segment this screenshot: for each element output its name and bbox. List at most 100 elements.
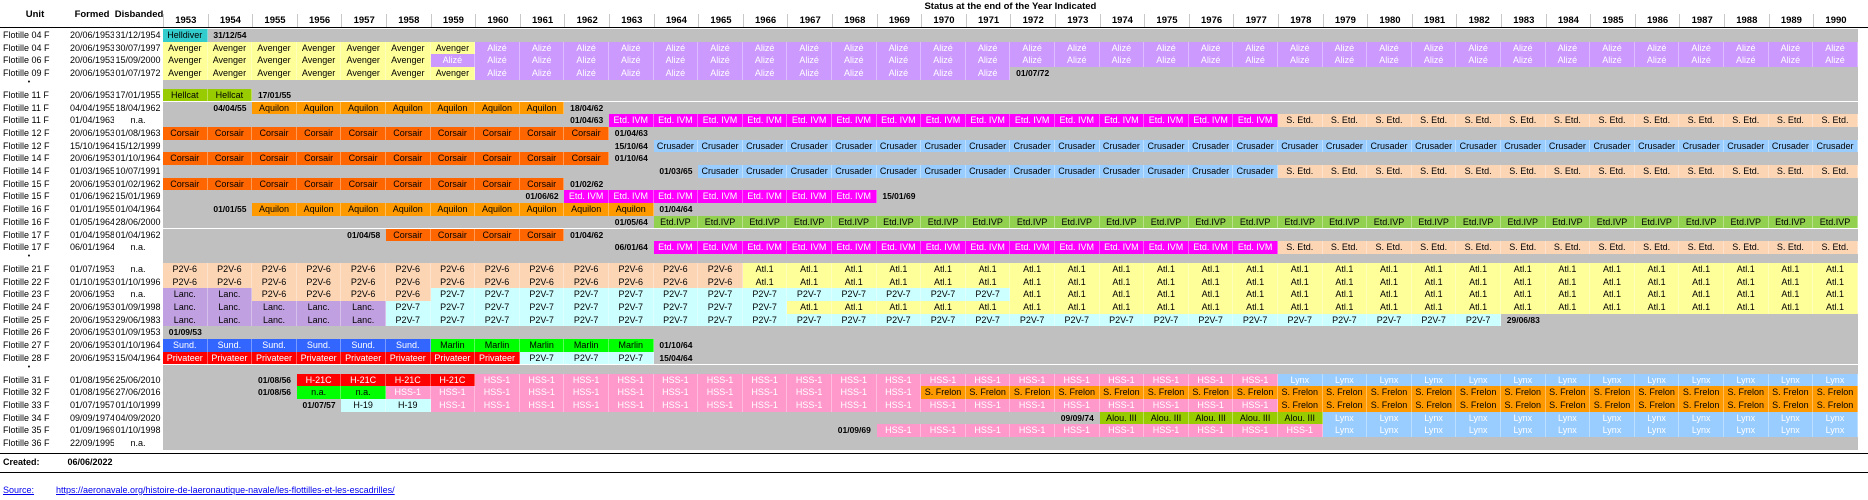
aircraft-cell: Alizé — [921, 54, 966, 68]
aircraft-cell: Atl.1 — [787, 275, 832, 289]
aircraft-cell: HSS-1 — [1099, 424, 1145, 437]
table-row: Flotille 24 F 20/06/1953 01/09/1998 Lanc. La… — [0, 301, 1868, 314]
formed-date: 20/06/1953 — [70, 289, 114, 300]
date-annotation: 15/01/69 — [876, 190, 922, 204]
aircraft-cell: HSS-1 — [832, 373, 877, 387]
aircraft-cell: P2V-7 — [1411, 313, 1457, 327]
aircraft-cell: Alizé — [1322, 41, 1368, 55]
source-label-link[interactable]: Source: — [3, 485, 34, 495]
aircraft-cell: Etd. IVM — [832, 241, 877, 254]
aircraft-cell: Alizé — [1278, 54, 1323, 68]
disbanded-date: 01/10/1999 — [115, 399, 161, 410]
formed-date: 20/06/1953 — [70, 55, 114, 66]
aircraft-cell: P2V-7 — [1010, 313, 1055, 327]
aircraft-cell: Crusader — [1010, 165, 1055, 178]
separator-bullet: • — [27, 364, 31, 371]
disbanded-date: 01/10/1964 — [115, 340, 161, 351]
unit-name: Flotille 34 F — [3, 412, 50, 423]
aircraft-cell: Atl.1 — [1188, 301, 1234, 314]
aircraft-cell: Lynx — [1456, 373, 1501, 387]
aircraft-cell: n.a. — [296, 386, 342, 399]
aircraft-cell: P2V-6 — [519, 262, 565, 276]
source-link[interactable]: https://aeronavale.org/histoire-de-laero… — [56, 485, 395, 495]
disbanded-date: n.a. — [130, 242, 146, 253]
aircraft-cell: S. Frelon — [1501, 386, 1546, 399]
aircraft-cell: Etd.IVP — [787, 215, 832, 229]
aircraft-cell: Alizé — [1679, 54, 1724, 68]
date-annotation: 18/04/62 — [564, 101, 609, 115]
date-annotation: 01/08/56 — [252, 373, 297, 387]
aircraft-cell: Etd. IVM — [653, 241, 699, 254]
aircraft-cell: Alizé — [742, 41, 788, 55]
aircraft-cell: Avenger — [163, 41, 208, 55]
aircraft-cell: Alou. III — [1144, 411, 1189, 425]
aircraft-cell: P2V-6 — [564, 262, 609, 276]
aircraft-cell: Lynx — [1768, 411, 1814, 425]
date-annotation: 01/04/62 — [564, 228, 609, 242]
aircraft-cell: Lynx — [1501, 373, 1546, 387]
aircraft-cell: HSS-1 — [653, 398, 699, 412]
aircraft-cell: Lynx — [1813, 411, 1858, 425]
table-row: Flotille 32 F 01/08/1956 27/06/2016 01/08/5… — [0, 386, 1868, 399]
disbanded-date: 10/07/1991 — [115, 166, 161, 176]
disbanded-date: 15/09/2000 — [115, 55, 161, 66]
disbanded-date: 01/02/1962 — [115, 178, 161, 189]
year-header: 1987 — [1679, 14, 1724, 27]
aircraft-cell: S. Etd. — [1634, 114, 1680, 127]
aircraft-cell: Alizé — [832, 67, 877, 80]
aircraft-cell: P2V-7 — [430, 288, 476, 301]
table-row: Flotille 11 F 01/04/1963 n.a. 01/04/63 Etd. … — [0, 114, 1868, 127]
aircraft-cell: Alou. III — [1099, 411, 1145, 425]
aircraft-cell: Etd.IVP — [1411, 215, 1457, 229]
aircraft-cell: Lynx — [1545, 373, 1591, 387]
aircraft-cell: S. Frelon — [1322, 398, 1368, 412]
aircraft-cell: P2V-6 — [252, 275, 297, 289]
date-annotation: 01/06/62 — [519, 190, 565, 204]
aircraft-cell: S. Etd. — [1411, 114, 1457, 127]
aircraft-cell: Corsair — [207, 126, 253, 140]
aircraft-cell: Lanc. — [163, 301, 208, 314]
aircraft-cell: Hellcat — [163, 88, 208, 102]
year-header: 1958 — [386, 14, 431, 27]
year-header: 1966 — [742, 14, 788, 27]
aircraft-cell: Alizé — [653, 41, 699, 55]
aircraft-cell: Atl.1 — [1679, 262, 1724, 276]
aircraft-cell: Alizé — [1188, 41, 1234, 55]
aircraft-cell: Lynx — [1501, 424, 1546, 437]
aircraft-cell: Atl.1 — [965, 262, 1011, 276]
aircraft-cell: S. Etd. — [1278, 165, 1323, 178]
aircraft-cell: HSS-1 — [1278, 424, 1323, 437]
aircraft-cell: Aquilon — [341, 101, 386, 115]
aircraft-cell: Lynx — [1501, 411, 1546, 425]
aircraft-cell: Atl.1 — [1233, 288, 1278, 301]
aircraft-cell: Crusader — [921, 165, 966, 178]
aircraft-cell: HSS-1 — [430, 398, 476, 412]
aircraft-cell: P2V-6 — [252, 262, 297, 276]
aircraft-cell: H-21C — [430, 373, 476, 387]
unit-name: Flotille 27 F — [3, 340, 50, 351]
aircraft-cell: Crusader — [653, 139, 699, 153]
aircraft-cell: S. Etd. — [1322, 241, 1368, 254]
aircraft-cell: Alizé — [1367, 41, 1412, 55]
table-row: Flotille 17 F 01/04/1958 01/04/1962 01/04/5… — [0, 228, 1868, 242]
aircraft-cell: HSS-1 — [832, 386, 877, 399]
aircraft-cell: Avenger — [207, 54, 253, 68]
date-annotation: 01/09/53 — [163, 326, 208, 340]
aircraft-cell: Etd.IVP — [1634, 215, 1680, 229]
aircraft-cell: HSS-1 — [1055, 424, 1100, 437]
year-header: 1971 — [965, 14, 1011, 27]
aircraft-cell: Atl.1 — [1233, 301, 1278, 314]
aircraft-cell: Etd.IVP — [1188, 215, 1234, 229]
table-row: Flotille 15 F 01/06/1962 15/01/1969 01/06/6… — [0, 190, 1868, 204]
unit-name: Flotille 16 F — [3, 204, 50, 215]
aircraft-cell: Atl.1 — [1322, 275, 1368, 289]
aircraft-cell: Alizé — [1144, 54, 1189, 68]
formed-date: 01/07/1953 — [70, 263, 114, 274]
aircraft-cell: S. Frelon — [1813, 398, 1858, 412]
aircraft-cell: Lynx — [1724, 373, 1769, 387]
aircraft-cell: Atl.1 — [1010, 301, 1055, 314]
aircraft-cell: Atl.1 — [1634, 301, 1680, 314]
aircraft-cell: P2V-6 — [653, 275, 699, 289]
aircraft-cell: P2V-6 — [475, 262, 520, 276]
aircraft-cell: Etd.IVP — [698, 215, 743, 229]
